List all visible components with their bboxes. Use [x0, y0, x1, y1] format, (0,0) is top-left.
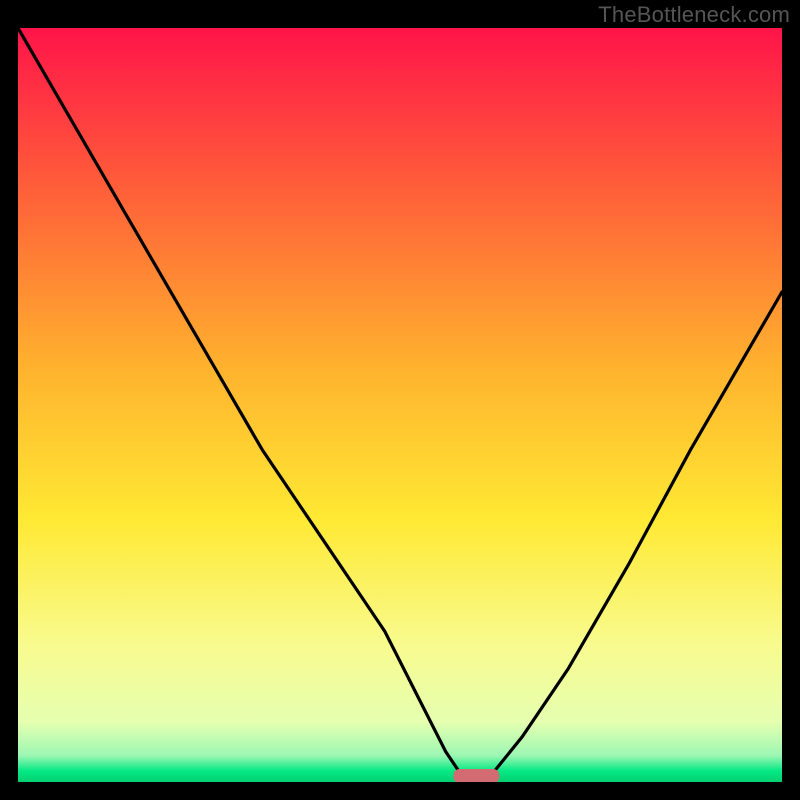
- chart-frame: TheBottleneck.com: [0, 0, 800, 800]
- optimal-marker: [454, 769, 500, 782]
- gradient-background: [18, 28, 782, 782]
- chart-svg: [18, 28, 782, 782]
- watermark-text: TheBottleneck.com: [598, 2, 790, 28]
- plot-area: [18, 28, 782, 782]
